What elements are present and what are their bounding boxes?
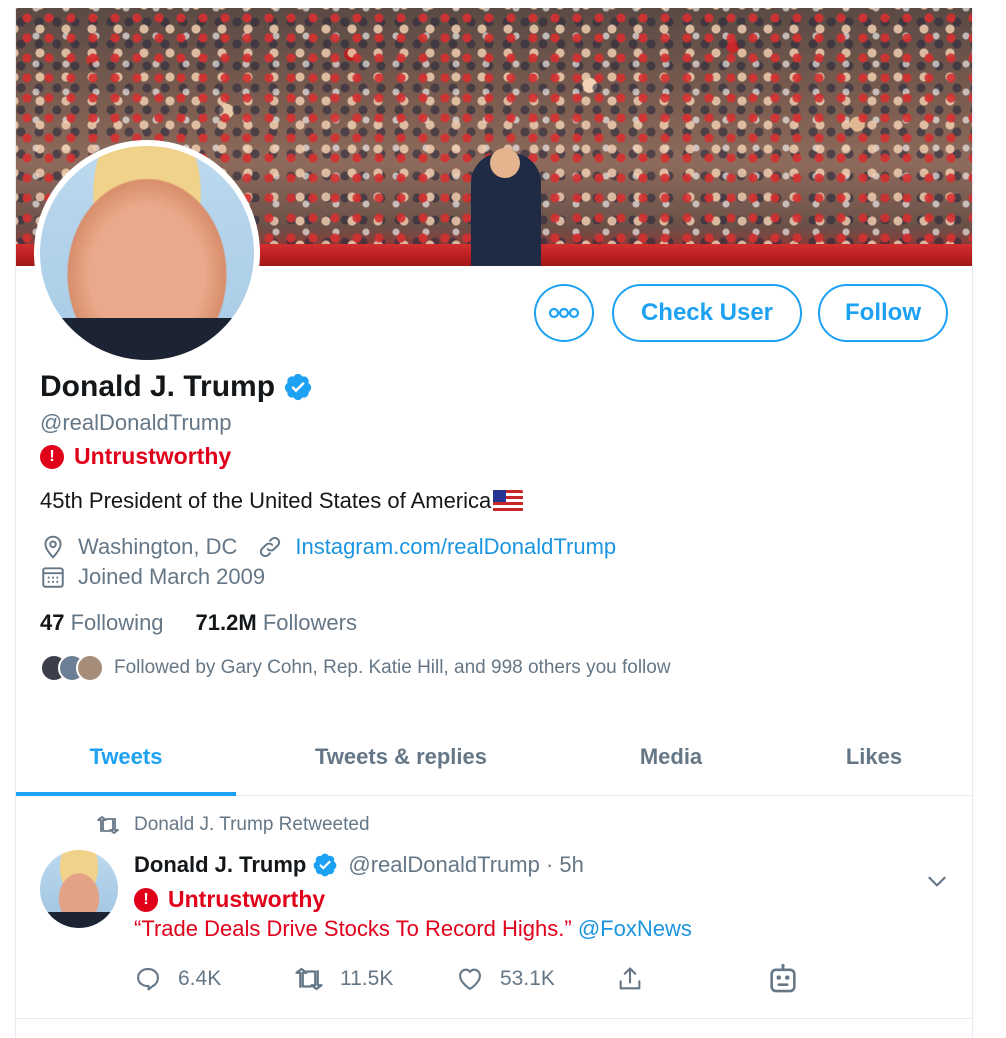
profile-avatar[interactable]	[34, 140, 260, 366]
profile-meta-row: Washington, DC Instagram.com/realDonaldT…	[40, 534, 616, 560]
tweet-actions: 6.4K 11.5K 53.1K	[134, 962, 816, 996]
followed-by-text: Followed by Gary Cohn, Rep. Katie Hill, …	[114, 657, 671, 678]
warning-icon: !	[134, 887, 158, 912]
tweet-author-handle[interactable]: @realDonaldTrump · 5h	[348, 852, 584, 878]
warning-icon: !	[40, 444, 64, 469]
profile-location: Washington, DC	[78, 534, 238, 559]
reply-count: 6.4K	[178, 967, 222, 990]
retweet-icon	[97, 816, 119, 834]
calendar-icon	[42, 567, 64, 588]
tab-tweets[interactable]: Tweets	[16, 720, 236, 796]
following-count: 47	[40, 610, 65, 635]
followers-stat[interactable]: 71.2M Followers	[196, 610, 357, 636]
share-button[interactable]	[616, 965, 766, 993]
profile-name-row: Donald J. Trump	[40, 370, 313, 404]
link-icon	[260, 536, 281, 558]
profile-website-link[interactable]: Instagram.com/realDonaldTrump	[295, 534, 616, 560]
profile-name: Donald J. Trump	[40, 370, 276, 403]
tweet-body: “Trade Deals Drive Stocks To Record High…	[134, 916, 572, 941]
profile-bio: 45th President of the United States of A…	[40, 488, 524, 514]
share-icon	[619, 967, 641, 990]
profile-counts: 47 Following 71.2M Followers	[40, 610, 357, 636]
retweet-notice-text: Donald J. Trump Retweeted	[134, 814, 370, 835]
reply-button[interactable]: 6.4K	[134, 965, 294, 993]
profile-joined-row: Joined March 2009	[40, 564, 265, 590]
following-stat[interactable]: 47 Following	[40, 610, 164, 636]
more-options-button[interactable]	[534, 284, 594, 342]
profile-tabs: Tweets Tweets & replies Media Likes	[16, 720, 972, 796]
trust-status: ! Untrustworthy	[40, 443, 231, 470]
followed-by[interactable]: Followed by Gary Cohn, Rep. Katie Hill, …	[40, 654, 671, 682]
followers-count: 71.2M	[195, 610, 257, 635]
check-user-button[interactable]: Check User	[612, 284, 802, 342]
banner-speaker-head	[490, 148, 520, 178]
tweet-divider	[16, 1018, 972, 1019]
trust-status-label: Untrustworthy	[74, 443, 232, 469]
tab-tweets-replies[interactable]: Tweets & replies	[286, 720, 516, 794]
retweet-button[interactable]: 11.5K	[294, 967, 456, 991]
retweet-icon	[295, 967, 323, 991]
heart-icon	[459, 968, 481, 990]
tweet-author-avatar[interactable]	[40, 850, 118, 928]
tweet-mention-link[interactable]: @FoxNews	[578, 916, 692, 941]
robot-icon	[770, 963, 796, 993]
tweet-trust-status-label: Untrustworthy	[168, 886, 326, 912]
location-pin-icon	[44, 535, 62, 559]
us-flag-icon	[493, 490, 524, 512]
avatar-image	[40, 146, 254, 360]
tweet-header: Donald J. Trump @realDonaldTrump · 5h	[134, 852, 584, 878]
like-count: 53.1K	[500, 967, 555, 990]
more-icon	[548, 307, 580, 319]
profile-joined: Joined March 2009	[78, 564, 266, 589]
like-button[interactable]: 53.1K	[456, 965, 616, 993]
verified-badge-icon	[313, 853, 337, 877]
reply-icon	[137, 968, 159, 991]
following-label: Following	[70, 610, 164, 635]
chevron-down-icon[interactable]	[924, 868, 950, 894]
profile-handle: @realDonaldTrump	[40, 410, 232, 435]
tab-likes[interactable]: Likes	[816, 720, 932, 794]
tweet-trust-status: ! Untrustworthy	[134, 886, 325, 913]
followed-by-avatars	[40, 654, 104, 682]
tweet-text: “Trade Deals Drive Stocks To Record High…	[134, 916, 692, 942]
tweet-author-name[interactable]: Donald J. Trump	[134, 852, 306, 878]
tab-media[interactable]: Media	[606, 720, 736, 794]
verified-badge-icon	[284, 373, 312, 401]
retweet-notice: Donald J. Trump Retweeted	[96, 814, 370, 836]
followers-label: Followers	[262, 610, 357, 635]
bot-check-button[interactable]	[766, 962, 816, 996]
avatar	[76, 654, 104, 682]
bio-text: 45th President of the United States of A…	[40, 488, 492, 513]
retweet-count: 11.5K	[340, 967, 394, 990]
follow-button[interactable]: Follow	[818, 284, 948, 342]
